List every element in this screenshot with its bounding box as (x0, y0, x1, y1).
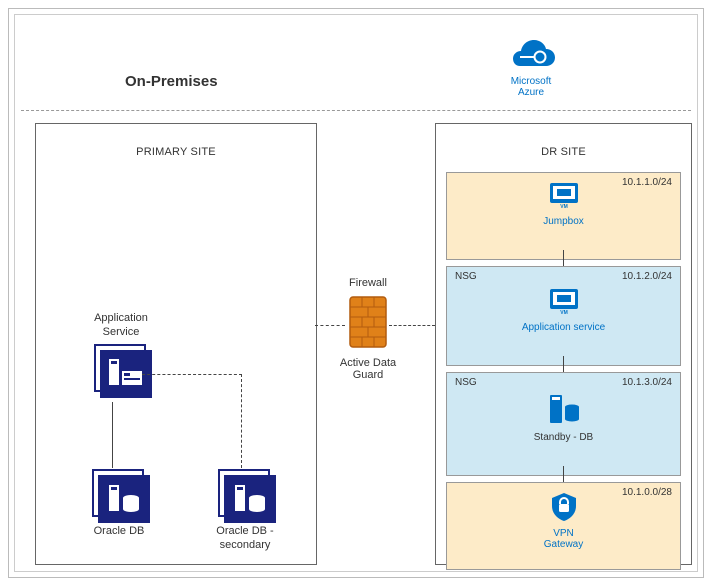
on-premises-title: On-Premises (125, 73, 218, 90)
active-data-guard-label: Active Data Guard (333, 357, 403, 381)
dr-site-title: DR SITE (436, 124, 691, 158)
firewall-label: Firewall (333, 277, 403, 289)
oracle-db-label: Oracle DB (80, 525, 158, 539)
azure-cloud-icon: Microsoft Azure (505, 40, 557, 100)
svg-text:VM: VM (560, 204, 568, 210)
oracle-db-secondary-node: Oracle DB - secondary (206, 469, 284, 553)
subnet-vpn-ip: 10.1.0.0/28 (622, 487, 672, 498)
subnet-db-ip: 10.1.3.0/24 (622, 377, 672, 388)
application-service-node: Application Service (82, 312, 160, 400)
dr-site-box: DR SITE 10.1.1.0/24 VM Jumpbox NSG 10.1.… (435, 123, 692, 565)
subnet-standby-db: NSG 10.1.3.0/24 Standby - DB (446, 372, 681, 476)
top-dashed-divider (21, 110, 691, 111)
application-service-icon (94, 344, 148, 394)
subnet-app-ip: 10.1.2.0/24 (622, 271, 672, 282)
jumpbox-label: Jumpbox (453, 216, 674, 227)
subnet-jumpbox: 10.1.1.0/24 VM Jumpbox (446, 172, 681, 260)
oracle-db-secondary-icon (218, 469, 272, 519)
connector-app-to-db2-v (241, 374, 242, 468)
app-service-label: Application service (453, 322, 674, 333)
azure-label-line2: Azure (518, 87, 544, 98)
azure-label-line1: Microsoft (511, 76, 552, 87)
server-db-icon (453, 393, 674, 430)
subnet-app-service: NSG 10.1.2.0/24 VM Application service (446, 266, 681, 366)
primary-site-box: PRIMARY SITE Application Service (35, 123, 317, 565)
subnet-app-tag: NSG (455, 271, 477, 282)
primary-site-title: PRIMARY SITE (36, 124, 316, 158)
firewall-node: Firewall Active Data Guard (333, 277, 403, 381)
connector-primary-to-firewall (315, 325, 345, 326)
connector-app-to-standby (563, 356, 564, 372)
firewall-icon (348, 295, 388, 349)
diagram-inner-frame: On-Premises Microsoft Azure PRIMARY SITE… (14, 14, 698, 572)
connector-standby-to-vpn (563, 466, 564, 482)
connector-jump-to-app (563, 250, 564, 266)
oracle-db-node: Oracle DB (80, 469, 158, 539)
vpn-label-line1: VPN (553, 528, 574, 539)
diagram-outer-frame: On-Premises Microsoft Azure PRIMARY SITE… (8, 8, 704, 578)
svg-text:VM: VM (560, 310, 568, 316)
connector-app-to-db2-h (142, 374, 242, 375)
vpn-label-line2: Gateway (544, 539, 583, 550)
application-service-label: Application Service (82, 312, 160, 340)
vm-icon: VM (453, 287, 674, 320)
subnet-db-tag: NSG (455, 377, 477, 388)
oracle-db-secondary-label: Oracle DB - secondary (206, 525, 284, 553)
subnet-vpn-gateway: 10.1.0.0/28 VPN Gateway (446, 482, 681, 570)
connector-firewall-to-dr (389, 325, 435, 326)
connector-app-to-db (112, 402, 113, 468)
subnet-jumpbox-ip: 10.1.1.0/24 (622, 177, 672, 188)
oracle-db-icon (92, 469, 146, 519)
standby-db-label: Standby - DB (453, 432, 674, 443)
